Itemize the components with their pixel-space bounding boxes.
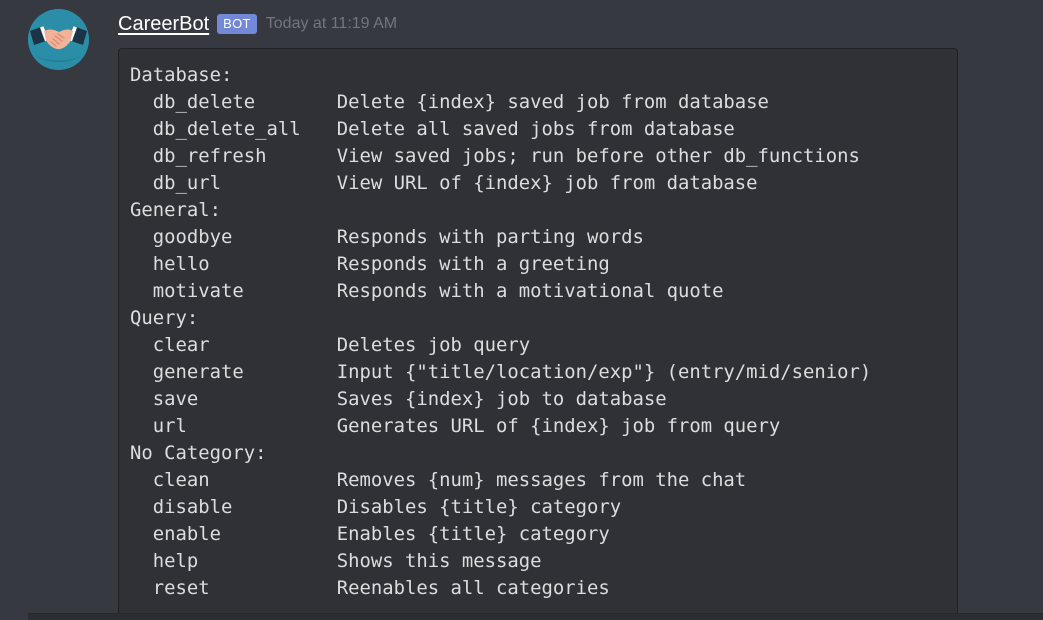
command-description: Shows this message (336, 550, 542, 572)
bot-avatar[interactable] (28, 9, 89, 70)
message-timestamp: Today at 11:19 AM (265, 15, 398, 32)
help-command-row: db_refresh View saved jobs; run before ot… (130, 143, 871, 170)
command-description: Responds with a greeting (336, 253, 610, 275)
help-command-row: hello Responds with a greeting (130, 251, 871, 278)
command-description: Delete all saved jobs from database (336, 118, 735, 140)
help-code-block: Database: db_delete Delete {index} saved … (118, 48, 958, 620)
help-command-row: disable Disables {title} category (130, 494, 871, 521)
command-name: reset (152, 577, 210, 599)
help-section-title: Query: (130, 307, 199, 329)
command-name: motivate (152, 280, 244, 302)
command-description: View URL of {index} job from database (336, 172, 758, 194)
help-command-row: clear Deletes job query (130, 332, 871, 359)
command-name: hello (152, 253, 210, 275)
command-name: db_url (152, 172, 221, 194)
command-description: Reenables all categories (336, 577, 610, 599)
command-description: Input {"title/location/exp"} (entry/mid/… (336, 361, 872, 383)
help-command-row: url Generates URL of {index} job from que… (130, 413, 871, 440)
help-command-row: db_url View URL of {index} job from datab… (130, 170, 871, 197)
help-command-row: motivate Responds with a motivational quo… (130, 278, 871, 305)
message-header: CareerBot BOT Today at 11:19 AM (118, 10, 397, 38)
command-name: goodbye (152, 226, 233, 248)
command-description: Enables {title} category (336, 523, 610, 545)
command-description: Generates URL of {index} job from query (336, 415, 781, 437)
command-name: clean (152, 469, 210, 491)
command-name: enable (152, 523, 221, 545)
command-description: Responds with a motivational quote (336, 280, 724, 302)
command-name: db_delete_all (152, 118, 301, 140)
command-name: url (152, 415, 187, 437)
command-description: View saved jobs; run before other db_fun… (336, 145, 860, 167)
command-description: Saves {index} job to database (336, 388, 667, 410)
command-description: Delete {index} saved job from database (336, 91, 769, 113)
help-command-row: reset Reenables all categories (130, 575, 871, 602)
help-section-title: Database: (130, 64, 233, 86)
help-command-row: help Shows this message (130, 548, 871, 575)
help-command-list: Database: db_delete Delete {index} saved … (130, 62, 871, 602)
command-name: save (152, 388, 199, 410)
command-name: generate (152, 361, 244, 383)
command-description: Removes {num} messages from the chat (336, 469, 747, 491)
help-command-row: db_delete Delete {index} saved job from d… (130, 89, 871, 116)
help-command-row: generate Input {"title/location/exp"} (en… (130, 359, 872, 386)
message-divider (28, 613, 1043, 620)
bot-badge: BOT (217, 14, 257, 34)
command-name: clear (152, 334, 210, 356)
help-command-row: clean Removes {num} messages from the cha… (130, 467, 871, 494)
help-command-row: enable Enables {title} category (130, 521, 871, 548)
handshake-icon (28, 9, 89, 70)
help-section-title: No Category: (130, 442, 267, 464)
command-name: db_delete (152, 91, 256, 113)
command-name: db_refresh (152, 145, 267, 167)
help-command-row: db_delete_all Delete all saved jobs from … (130, 116, 871, 143)
command-description: Responds with parting words (336, 226, 644, 248)
author-name[interactable]: CareerBot (118, 11, 209, 37)
help-command-row: goodbye Responds with parting words (130, 224, 871, 251)
help-section-title: General: (130, 199, 221, 221)
command-name: help (152, 550, 199, 572)
command-description: Disables {title} category (336, 496, 622, 518)
command-name: disable (152, 496, 233, 518)
command-description: Deletes job query (336, 334, 531, 356)
chat-message: CareerBot BOT Today at 11:19 AM Database… (0, 0, 1043, 620)
help-command-row: save Saves {index} job to database (130, 386, 871, 413)
